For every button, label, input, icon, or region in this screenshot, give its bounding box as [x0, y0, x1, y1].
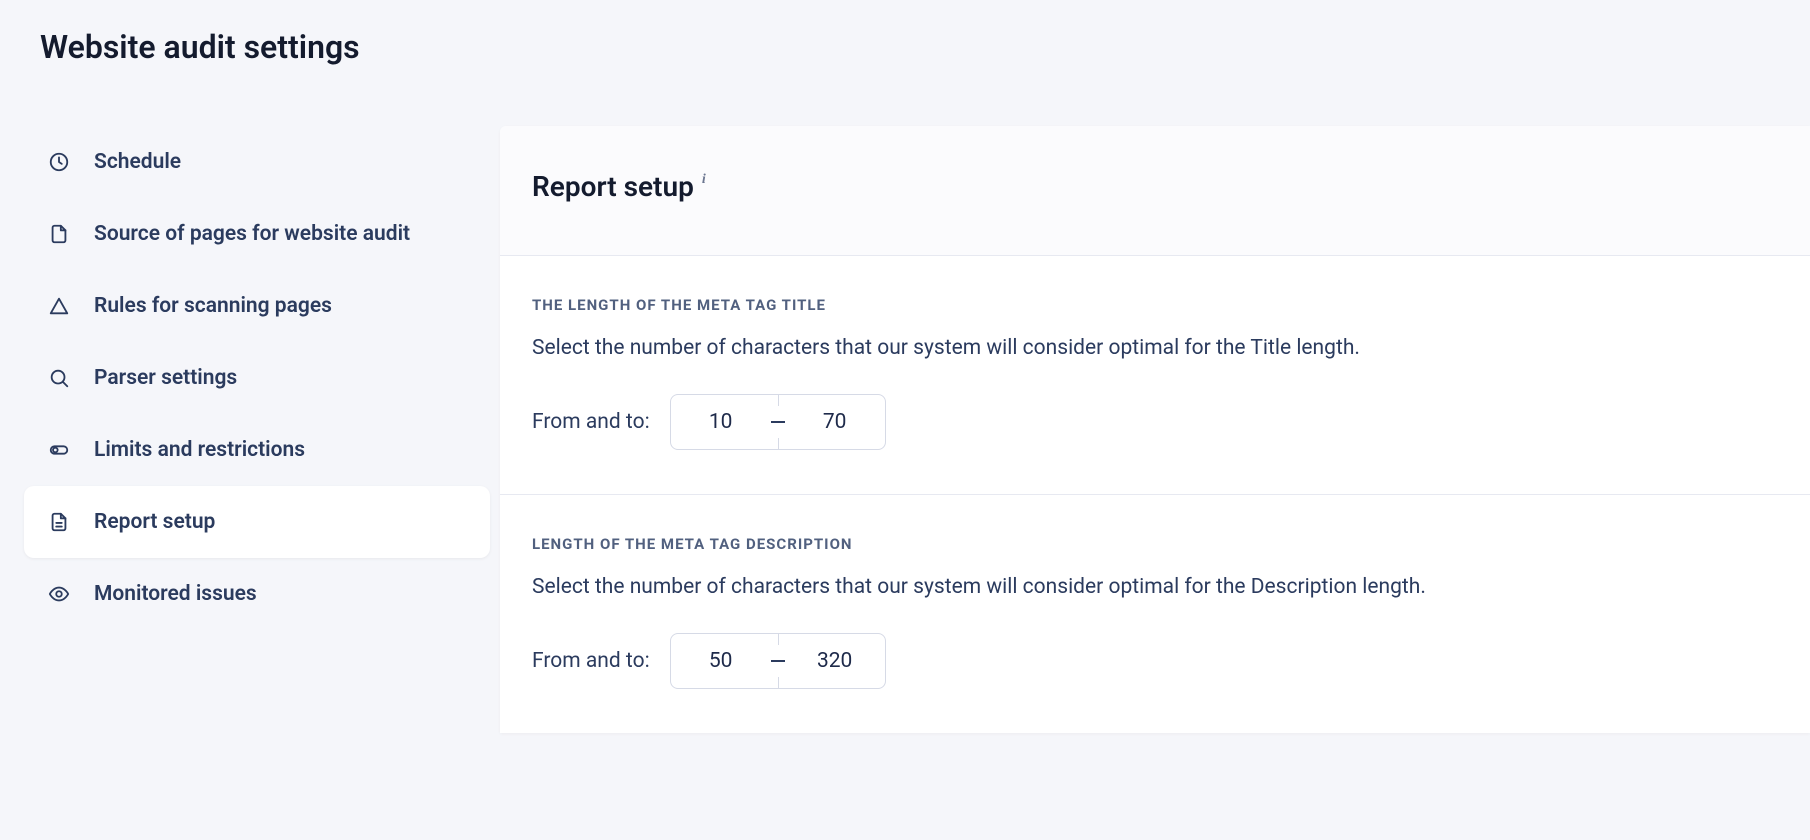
- title-from-input[interactable]: [671, 410, 771, 434]
- sidebar-item-schedule[interactable]: Schedule: [24, 126, 490, 198]
- search-icon: [48, 367, 70, 389]
- sidebar-item-monitored[interactable]: Monitored issues: [24, 558, 490, 630]
- section-description: Select the number of characters that our…: [532, 575, 1778, 599]
- sidebar-item-label: Limits and restrictions: [94, 438, 305, 462]
- main-title: Report setup: [532, 170, 694, 203]
- main-panel: Report setup i THE LENGTH OF THE META TA…: [500, 126, 1810, 733]
- section-title-length: THE LENGTH OF THE META TAG TITLE Select …: [500, 256, 1810, 495]
- sidebar: Schedule Source of pages for website aud…: [0, 126, 500, 733]
- range-divider: [771, 421, 785, 423]
- sidebar-item-report[interactable]: Report setup: [24, 486, 490, 558]
- range-box: [670, 394, 886, 450]
- description-to-input[interactable]: [785, 649, 885, 673]
- sidebar-item-parser[interactable]: Parser settings: [24, 342, 490, 414]
- toggle-icon: [48, 439, 70, 461]
- sidebar-item-limits[interactable]: Limits and restrictions: [24, 414, 490, 486]
- eye-icon: [48, 583, 70, 605]
- sidebar-item-label: Monitored issues: [94, 582, 257, 606]
- section-heading: THE LENGTH OF THE META TAG TITLE: [532, 296, 1778, 314]
- page-title: Website audit settings: [0, 0, 1810, 66]
- title-to-input[interactable]: [785, 410, 885, 434]
- sidebar-item-label: Source of pages for website audit: [94, 222, 410, 246]
- sidebar-item-source[interactable]: Source of pages for website audit: [24, 198, 490, 270]
- range-box: [670, 633, 886, 689]
- range-label: From and to:: [532, 410, 650, 434]
- info-icon[interactable]: i: [702, 172, 706, 188]
- document-icon: [48, 511, 70, 533]
- clock-icon: [48, 151, 70, 173]
- sidebar-item-label: Report setup: [94, 510, 215, 534]
- file-icon: [48, 223, 70, 245]
- sidebar-item-label: Parser settings: [94, 366, 237, 390]
- sidebar-item-label: Rules for scanning pages: [94, 294, 332, 318]
- triangle-icon: [48, 295, 70, 317]
- main-header: Report setup i: [500, 126, 1810, 256]
- sidebar-item-label: Schedule: [94, 150, 181, 174]
- description-from-input[interactable]: [671, 649, 771, 673]
- range-divider: [771, 660, 785, 662]
- sidebar-item-rules[interactable]: Rules for scanning pages: [24, 270, 490, 342]
- range-label: From and to:: [532, 649, 650, 673]
- section-description-length: LENGTH OF THE META TAG DESCRIPTION Selec…: [500, 495, 1810, 733]
- section-description: Select the number of characters that our…: [532, 336, 1778, 360]
- section-heading: LENGTH OF THE META TAG DESCRIPTION: [532, 535, 1778, 553]
